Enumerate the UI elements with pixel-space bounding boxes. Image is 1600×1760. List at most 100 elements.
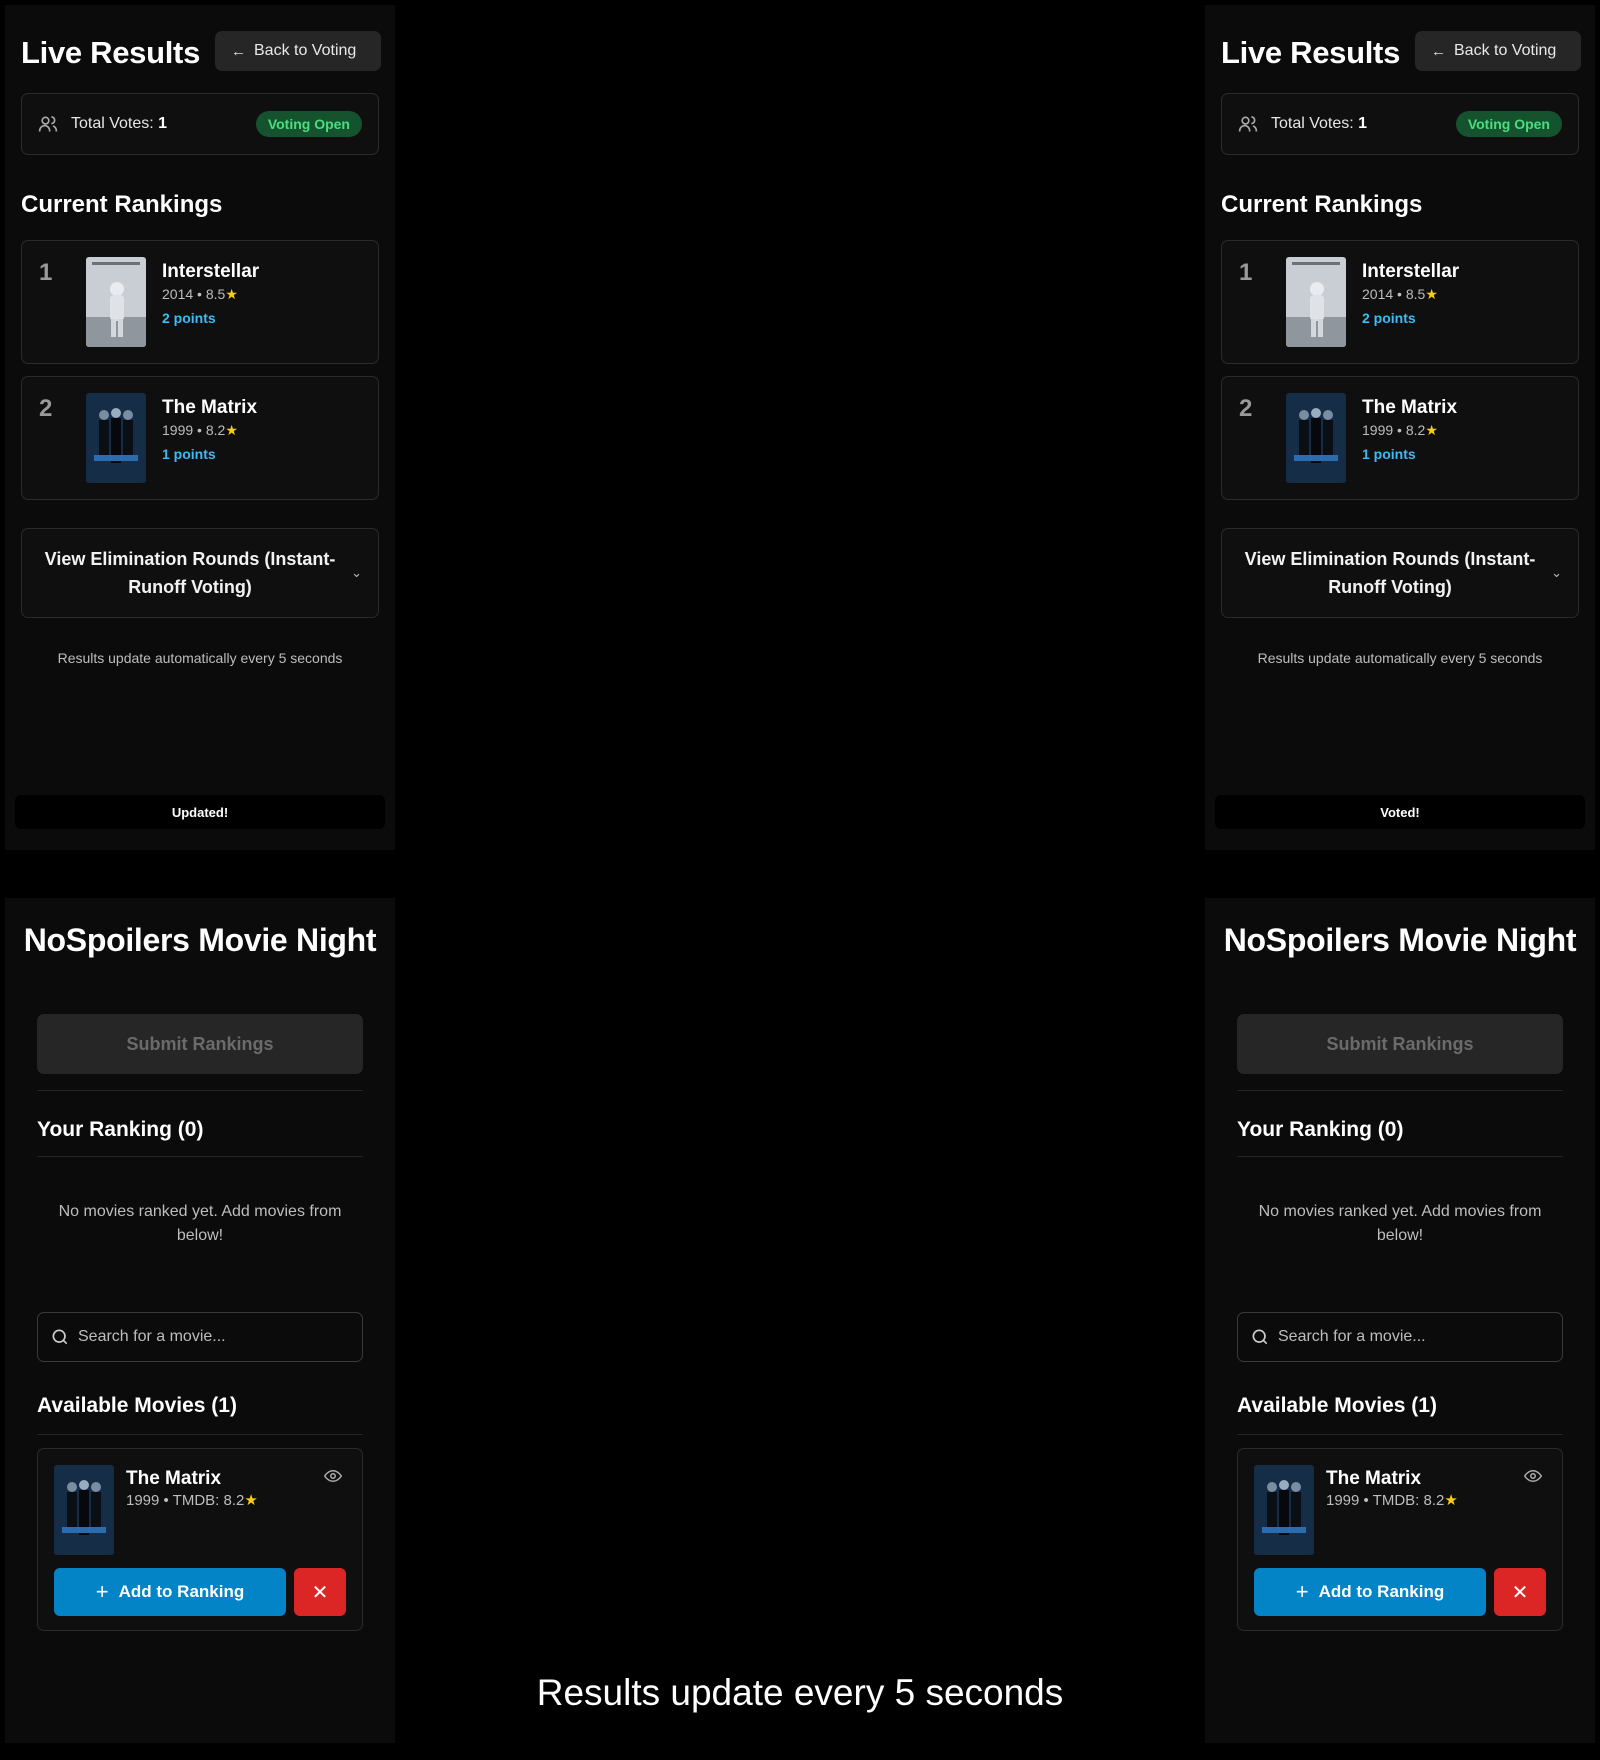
star-icon: ★ [1425,286,1438,302]
ranking-card: 1 Interstellar 2014 • 8.5★ 2 points [21,240,379,364]
add-to-ranking-button[interactable]: + Add to Ranking [54,1568,286,1616]
divider [37,1434,363,1435]
page-title: Live Results [1221,35,1401,70]
search-input[interactable] [78,1313,358,1361]
submit-rankings-button[interactable]: Submit Rankings [37,1014,363,1074]
add-to-ranking-label: Add to Ranking [118,1582,245,1601]
users-icon [38,116,58,132]
movie-poster-interstellar [1286,257,1346,347]
available-movies-heading: Available Movies (1) [37,1394,237,1417]
rank-number: 2 [1239,395,1253,422]
total-votes-value: 1 [158,115,168,132]
elimination-rounds-label: View Elimination Rounds (Instant-Runoff … [1244,549,1536,597]
total-votes-text: Total Votes: 1 [71,115,167,133]
movie-poster-matrix [1286,393,1346,483]
movie-meta: 1999 • 8.2★ [1362,422,1438,438]
toast-notification: Updated! [15,795,385,829]
close-icon: ✕ [311,1581,329,1604]
movie-title: Interstellar [162,261,260,282]
arrow-left-icon: ← [231,42,246,60]
movie-year: 1999 [162,422,194,438]
your-ranking-heading: Your Ranking (0) [1237,1118,1404,1141]
movie-title: The Matrix [162,397,258,418]
movie-poster-matrix [1254,1465,1314,1555]
plus-icon: + [95,1579,109,1604]
ranking-card: 2 The Matrix 1999 • 8.2★ 1 points [1221,376,1579,500]
star-icon: ★ [1425,422,1438,438]
chevron-down-icon: ⌄ [1551,565,1562,580]
total-votes-label: Total Votes: [1271,115,1354,132]
elimination-rounds-toggle[interactable]: View Elimination Rounds (Instant-Runoff … [21,528,379,618]
search-icon [52,1329,68,1345]
back-to-voting-label: Back to Voting [254,42,357,59]
search-box [37,1312,363,1362]
eye-icon[interactable] [1524,1469,1542,1483]
results-panel-left: Live Results ← Back to Voting Total Vote… [5,5,395,850]
divider [37,1090,363,1091]
results-header: Live Results ← Back to Voting [21,31,381,73]
movie-title: Interstellar [1362,261,1460,282]
movie-rating: 8.5 [205,286,226,302]
elimination-rounds-label: View Elimination Rounds (Instant-Runoff … [44,549,336,597]
movie-year: 2014 [162,286,194,302]
movie-points: 1 points [1362,446,1416,462]
auto-update-note: Results update automatically every 5 sec… [1257,650,1543,666]
caption: Results update every 5 seconds [536,1672,1064,1713]
movie-meta: 1999 • TMDB: 8.2★ [1326,1491,1458,1509]
close-icon: ✕ [1511,1581,1529,1604]
voting-panel-left: NoSpoilers Movie Night Submit Rankings Y… [5,898,395,1743]
movie-year: 1999 [1362,422,1394,438]
voting-panel-right: NoSpoilers Movie Night Submit Rankings Y… [1205,898,1595,1743]
movie-title: The Matrix [126,1468,222,1489]
rank-number: 1 [1239,259,1253,286]
available-movie-card: The Matrix 1999 • TMDB: 8.2★ + Add to Ran… [1237,1448,1563,1631]
search-box [1237,1312,1563,1362]
status-badge: Voting Open [255,111,362,137]
movie-rating: 8.2 [205,422,226,438]
star-icon: ★ [244,1492,258,1509]
movie-title: The Matrix [1326,1468,1422,1489]
movie-points: 2 points [162,310,216,326]
app-title: NoSpoilers Movie Night [1223,922,1577,958]
back-to-voting-button[interactable]: ← Back to Voting [1415,31,1581,71]
app-title: NoSpoilers Movie Night [23,922,377,958]
star-icon: ★ [225,286,238,302]
star-icon: ★ [225,422,238,438]
submit-rankings-button[interactable]: Submit Rankings [1237,1014,1563,1074]
movie-poster-matrix [86,393,146,483]
empty-ranking-message: No movies ranked yet. Add movies from be… [58,1203,342,1244]
search-input[interactable] [1278,1313,1558,1361]
empty-ranking-message: No movies ranked yet. Add movies from be… [1258,1203,1542,1244]
movie-points: 2 points [1362,310,1416,326]
movie-meta: 1999 • 8.2★ [162,422,238,438]
remove-movie-button[interactable]: ✕ [294,1568,346,1616]
auto-update-note: Results update automatically every 5 sec… [57,650,343,666]
your-ranking-heading: Your Ranking (0) [37,1118,204,1141]
divider [1237,1156,1563,1157]
total-votes-value: 1 [1358,115,1368,132]
status-badge: Voting Open [1455,111,1562,137]
elimination-rounds-toggle[interactable]: View Elimination Rounds (Instant-Runoff … [1221,528,1579,618]
movie-rating: 8.2 [1405,422,1426,438]
plus-icon: + [1295,1579,1309,1604]
page-title: Live Results [21,35,201,70]
back-to-voting-button[interactable]: ← Back to Voting [215,31,381,71]
available-movie-card: The Matrix 1999 • TMDB: 8.2★ + Add to Ran… [37,1448,363,1631]
movie-points: 1 points [162,446,216,462]
rank-number: 2 [39,395,53,422]
movie-poster-matrix [54,1465,114,1555]
movie-meta: 2014 • 8.5★ [1362,286,1438,302]
movie-year: 2014 [1362,286,1394,302]
ranking-card: 2 The Matrix 1999 • 8.2★ 1 points [21,376,379,500]
current-rankings-heading: Current Rankings [1221,191,1423,218]
chevron-down-icon: ⌄ [351,565,362,580]
add-to-ranking-button[interactable]: + Add to Ranking [1254,1568,1486,1616]
eye-icon[interactable] [324,1469,342,1483]
divider [37,1156,363,1157]
users-icon [1238,116,1258,132]
remove-movie-button[interactable]: ✕ [1494,1568,1546,1616]
movie-meta-text: 1999 • TMDB: 8.2 [126,1492,245,1509]
ranking-card: 1 Interstellar 2014 • 8.5★ 2 points [1221,240,1579,364]
results-panel-right: Live Results ← Back to Voting Total Vote… [1205,5,1595,850]
movie-rating: 8.5 [1405,286,1426,302]
